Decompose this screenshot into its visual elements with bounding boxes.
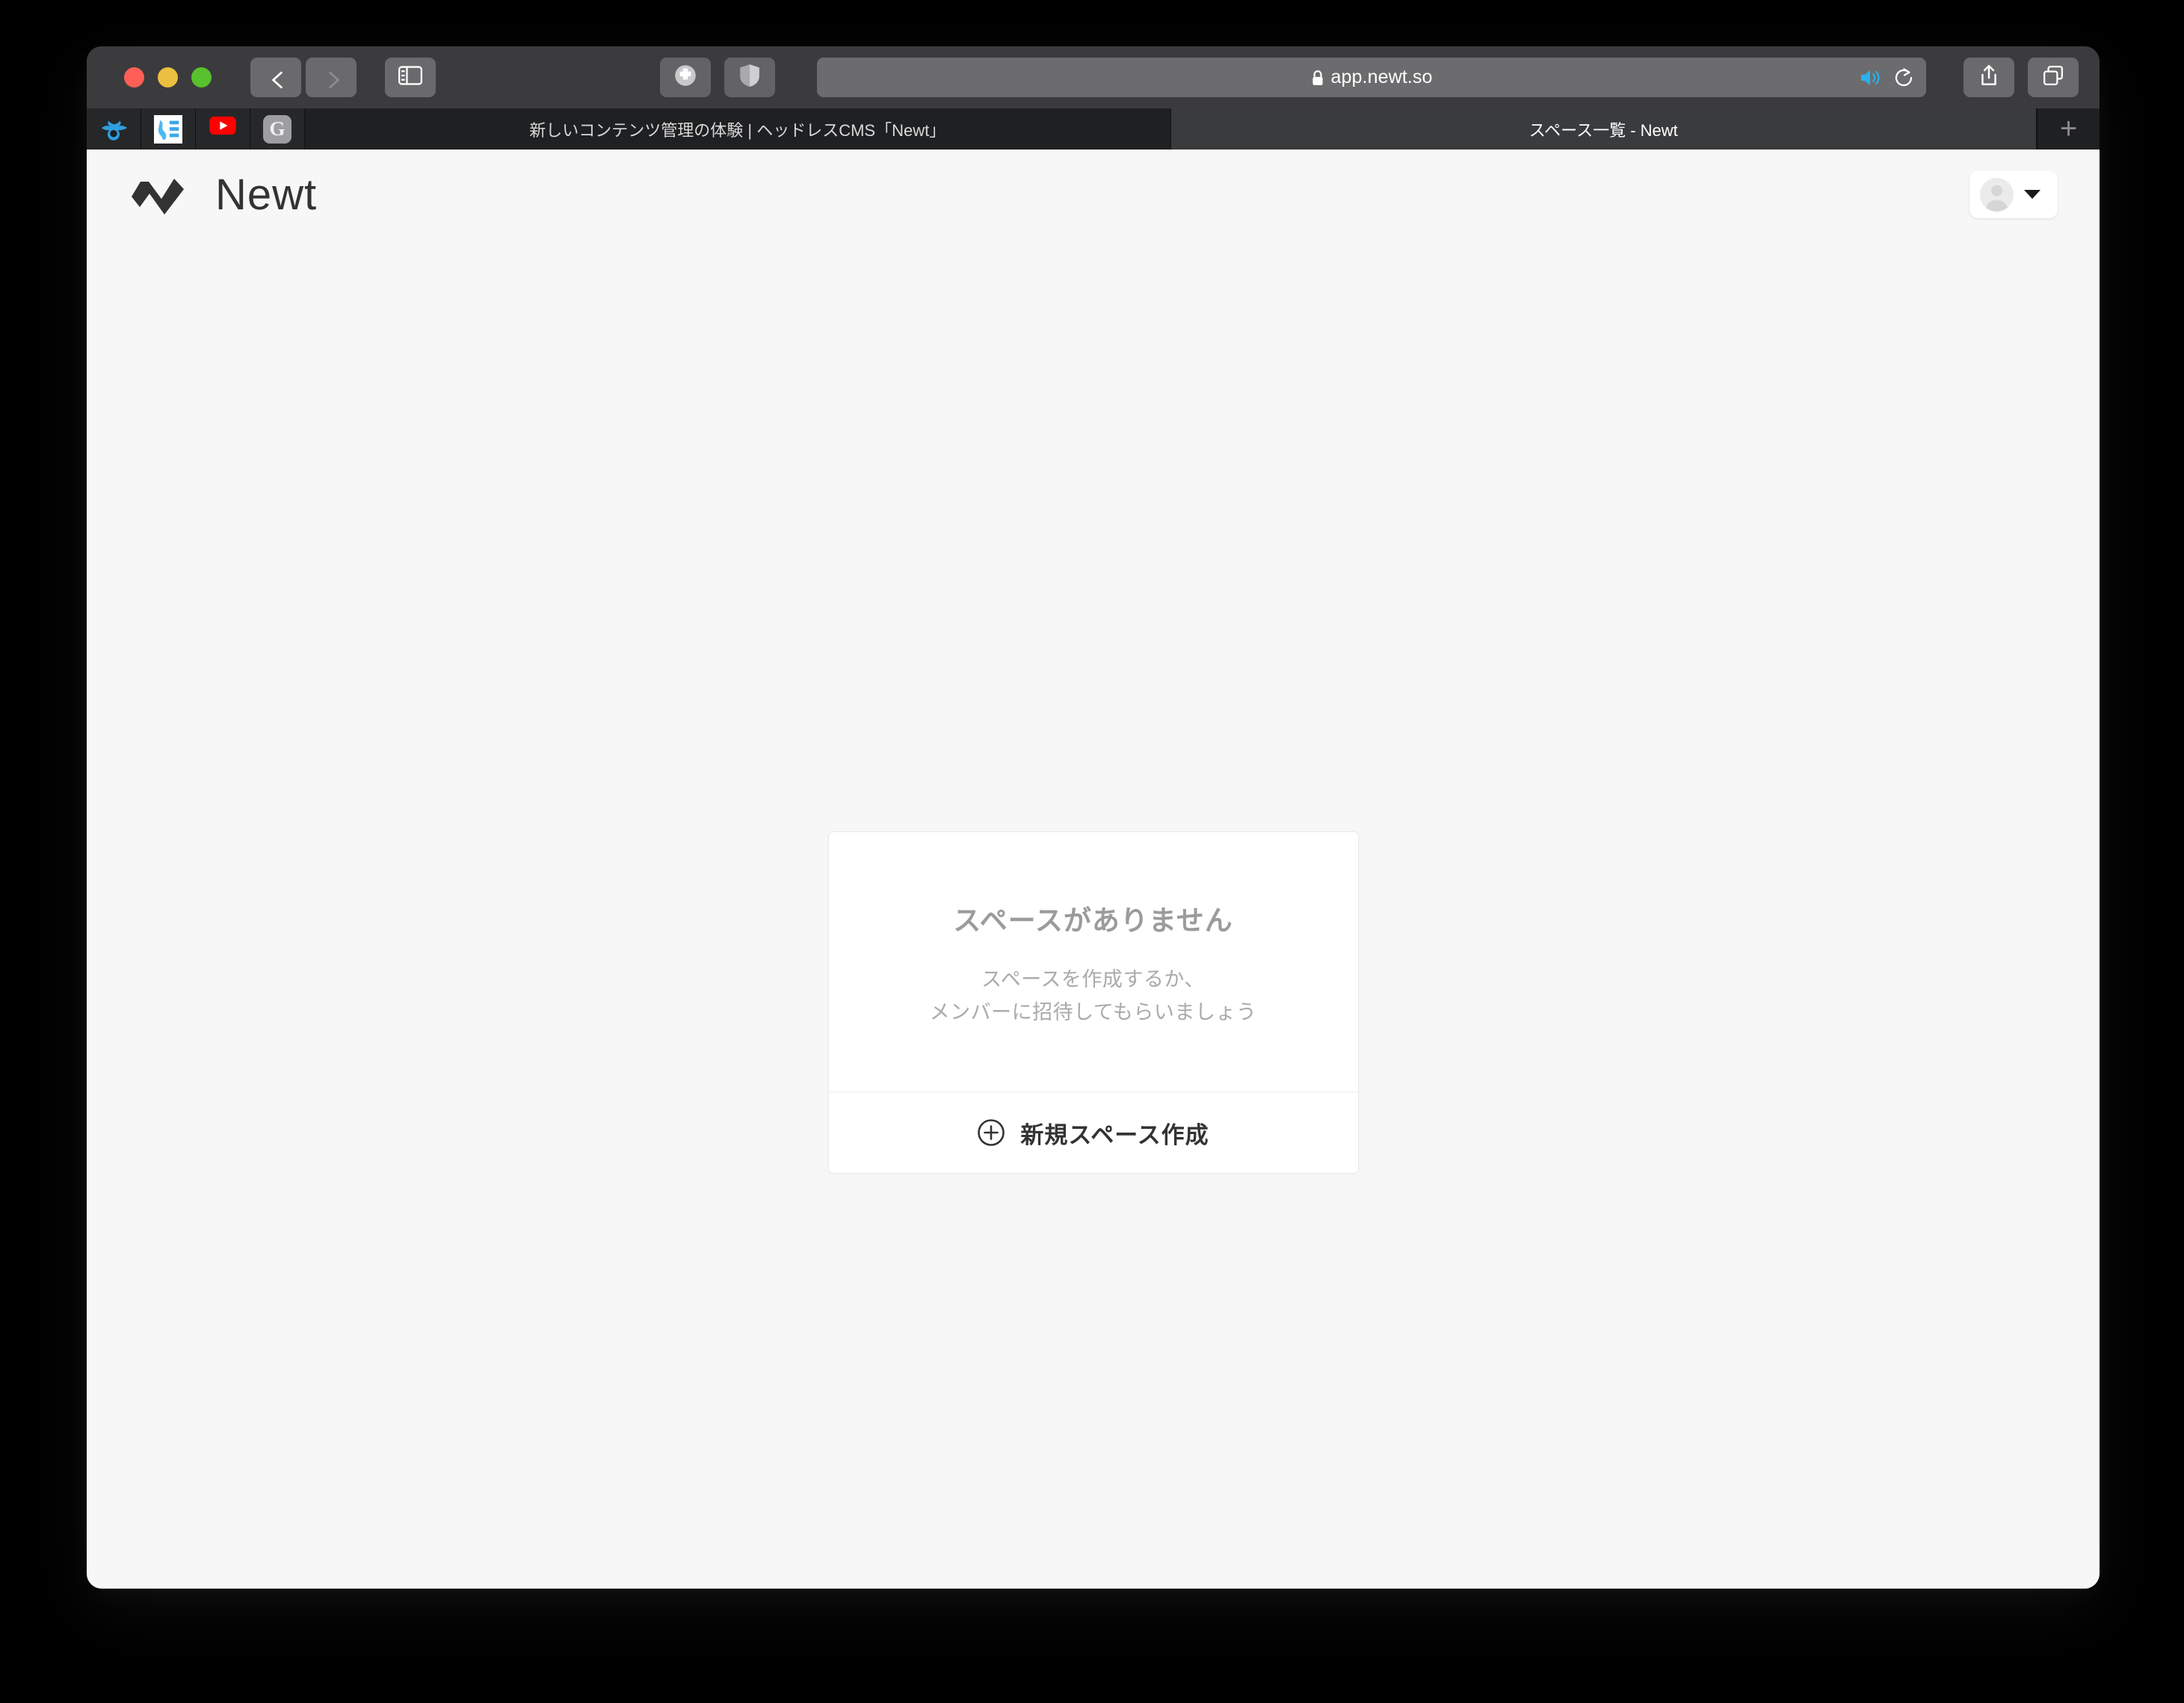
- tab-overview-icon: [2043, 65, 2064, 90]
- tab-bar: G 新しいコンテンツ管理の体験 | ヘッドレスCMS「Newt」 スペース一覧 …: [87, 108, 2100, 150]
- app-header: Newt: [87, 150, 2100, 239]
- address-url-text: app.newt.so: [1330, 67, 1433, 87]
- close-window-button[interactable]: [124, 67, 144, 87]
- pinned-tab-youtube[interactable]: [196, 108, 250, 150]
- chevron-left-icon: [268, 70, 283, 88]
- create-space-label: 新規スペース作成: [1020, 1121, 1209, 1148]
- extension-button[interactable]: [660, 58, 711, 97]
- new-tab-button[interactable]: +: [2037, 108, 2100, 150]
- address-bar-content: app.newt.so: [1311, 67, 1433, 88]
- speaker-icon[interactable]: [1859, 68, 1881, 87]
- empty-state-card: スペースがありません スペースを作成するか、 メンバーに招待してもらいましょう: [827, 831, 1359, 1174]
- lock-icon: [1311, 70, 1324, 86]
- newt-logo-mark-icon: [132, 171, 196, 218]
- brand-name-text: Newt: [215, 170, 318, 219]
- browser-window: app.newt.so G 新しいコンテンツ管理の体験 | ヘッドレスCMS「N…: [87, 46, 2100, 1589]
- toolbar-right-actions: [1964, 58, 2079, 97]
- share-button[interactable]: [1964, 58, 2014, 97]
- sidebar-toggle-button[interactable]: [385, 58, 436, 97]
- chevron-down-icon: [2024, 190, 2040, 199]
- account-menu-button[interactable]: [1969, 170, 2058, 218]
- create-space-button[interactable]: 新規スペース作成: [828, 1092, 1358, 1174]
- extension-icon: [673, 63, 698, 92]
- navigation-buttons: [250, 58, 357, 97]
- address-bar-actions: [1859, 67, 1914, 88]
- japan-map-icon: [154, 114, 182, 144]
- chevron-right-icon: [324, 70, 339, 88]
- reload-icon[interactable]: [1893, 67, 1914, 88]
- extension-buttons: [660, 58, 775, 97]
- empty-state-container: スペースがありません スペースを作成するか、 メンバーに招待してもらいましょう: [87, 831, 2100, 1174]
- brand-logo[interactable]: Newt: [132, 170, 317, 220]
- avatar: [1980, 177, 2014, 212]
- empty-state-title: スペースがありません: [953, 905, 1233, 936]
- empty-state-description-line-1: スペースを作成するか、: [981, 968, 1205, 991]
- pinned-tab-corona-map[interactable]: [141, 108, 196, 150]
- pinned-tab-winged[interactable]: [87, 108, 141, 150]
- address-bar[interactable]: app.newt.so: [817, 58, 1926, 97]
- sidebar-icon: [398, 66, 422, 89]
- winged-circle-icon: [99, 115, 128, 144]
- tab-newt-marketing[interactable]: 新しいコンテンツ管理の体験 | ヘッドレスCMS「Newt」: [305, 108, 1171, 150]
- shield-icon: [739, 64, 760, 91]
- pinned-tab-g[interactable]: G: [250, 108, 305, 150]
- back-button[interactable]: [250, 58, 301, 97]
- plus-circle-icon: [977, 1118, 1005, 1147]
- minimize-window-button[interactable]: [158, 67, 178, 87]
- empty-state-description: スペースを作成するか、 メンバーに招待してもらいましょう: [859, 964, 1328, 1029]
- desktop-backdrop: app.newt.so G 新しいコンテンツ管理の体験 | ヘッドレスCMS「N…: [0, 0, 2184, 1703]
- empty-state-description-line-2: メンバーに招待してもらいましょう: [929, 1000, 1257, 1023]
- share-icon: [1979, 64, 1999, 90]
- empty-state-body: スペースがありません スペースを作成するか、 メンバーに招待してもらいましょう: [829, 832, 1358, 1091]
- window-controls: [124, 67, 212, 87]
- privacy-report-button[interactable]: [724, 58, 775, 97]
- g-icon: G: [263, 114, 291, 144]
- zoom-window-button[interactable]: [191, 67, 212, 87]
- tab-overview-button[interactable]: [2028, 58, 2079, 97]
- youtube-icon: [209, 115, 237, 144]
- tab-space-list[interactable]: スペース一覧 - Newt: [1170, 108, 2037, 150]
- page-content: Newt スペースがありません スペースを作成するか、 メンバーに招待してもらい…: [87, 150, 2100, 1589]
- browser-toolbar: app.newt.so: [87, 46, 2100, 108]
- forward-button[interactable]: [306, 58, 357, 97]
